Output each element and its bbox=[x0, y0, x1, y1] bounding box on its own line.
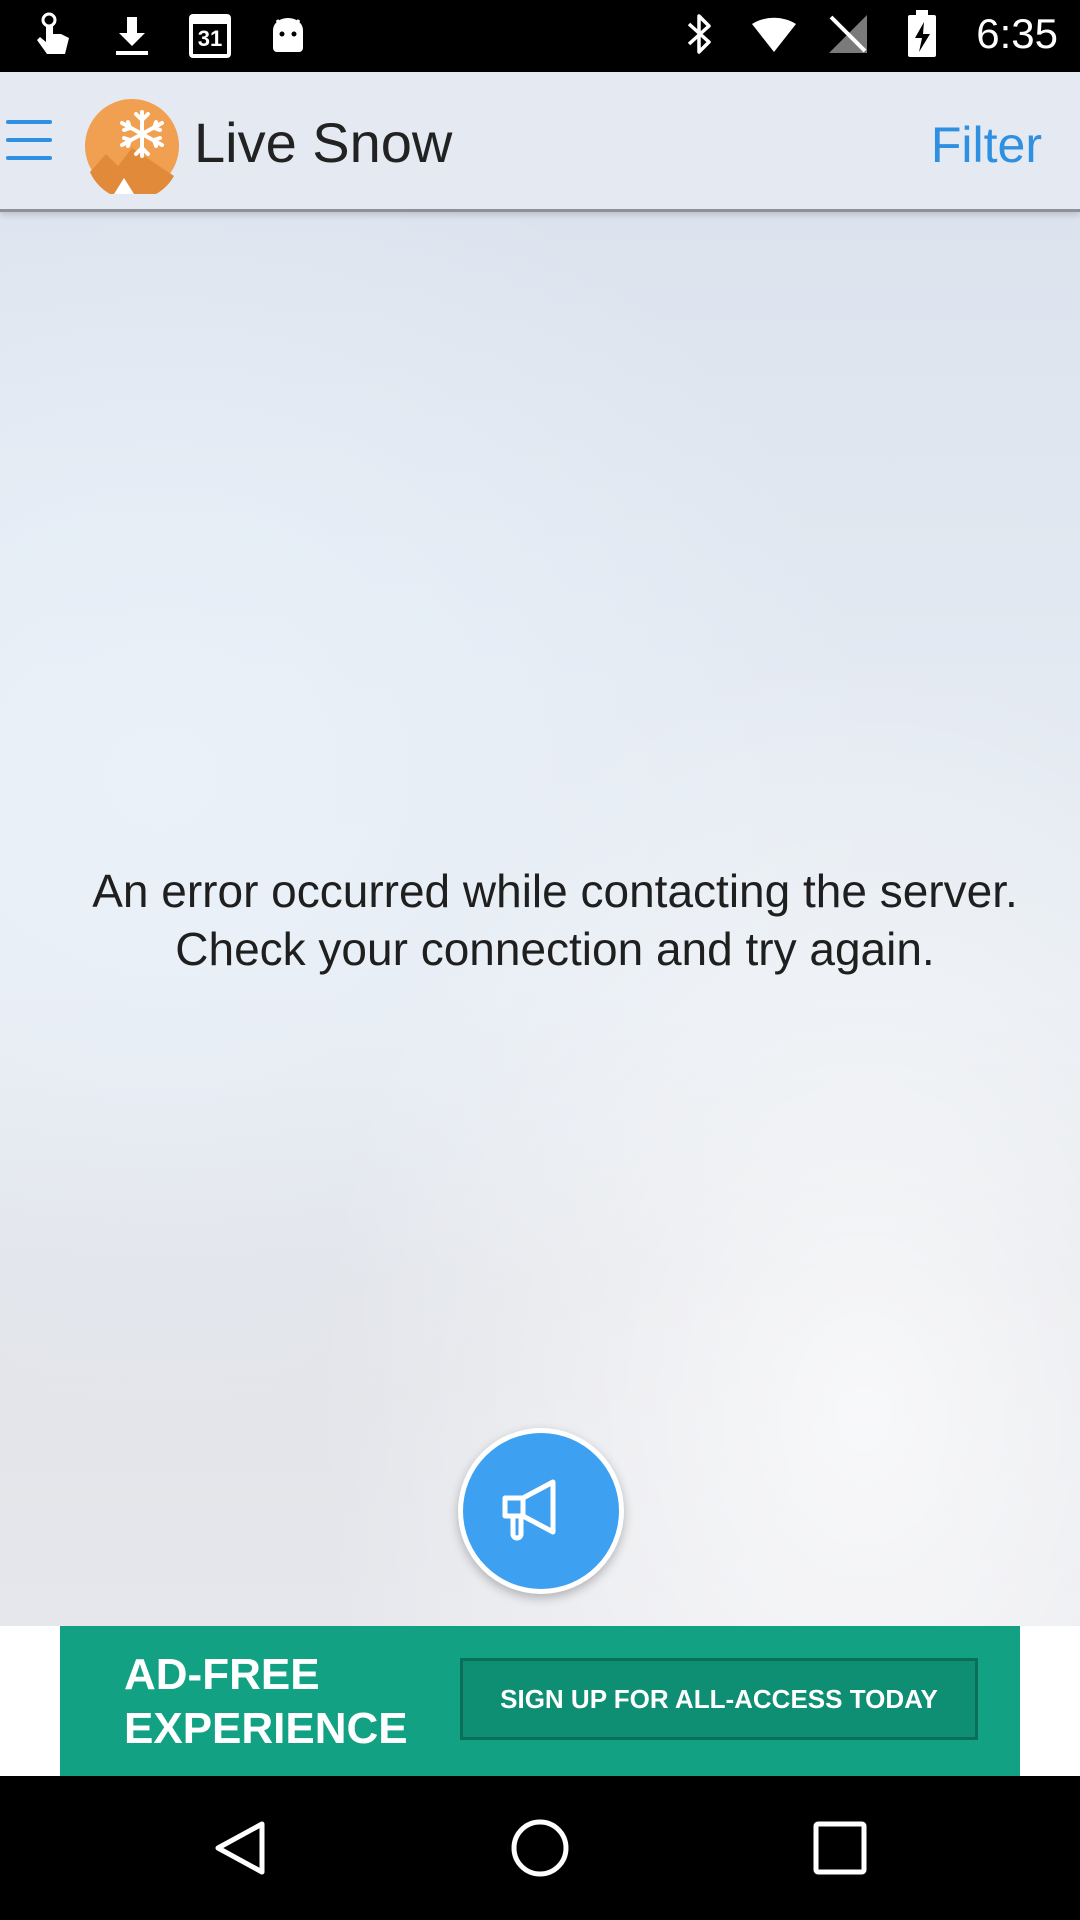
error-message-line1: An error occurred while contacting the s… bbox=[92, 865, 1018, 917]
calendar-icon: 31 bbox=[186, 10, 234, 62]
touch-icon bbox=[30, 10, 78, 62]
battery-charging-icon bbox=[898, 8, 946, 60]
download-icon bbox=[108, 10, 156, 62]
android-icon bbox=[264, 10, 312, 62]
ad-headline: AD-FREE EXPERIENCE bbox=[124, 1648, 408, 1756]
ad-headline-line2: EXPERIENCE bbox=[124, 1704, 408, 1753]
ad-headline-line1: AD-FREE bbox=[124, 1650, 320, 1699]
no-signal-icon bbox=[824, 8, 872, 60]
wifi-icon bbox=[750, 8, 798, 60]
hamburger-menu-icon[interactable] bbox=[6, 118, 54, 166]
error-message-line2: Check your connection and try again. bbox=[175, 923, 935, 975]
snowflake-mountain-logo bbox=[84, 98, 180, 201]
back-icon[interactable] bbox=[204, 1812, 276, 1884]
report-fab-button[interactable] bbox=[458, 1428, 624, 1594]
bluetooth-icon bbox=[676, 8, 724, 60]
ad-banner[interactable]: AD-FREE EXPERIENCE SIGN UP FOR ALL-ACCES… bbox=[60, 1626, 1020, 1776]
app-bar: Live Snow Filter bbox=[0, 72, 1080, 212]
app-title: Live Snow bbox=[194, 111, 453, 174]
filter-button[interactable]: Filter bbox=[931, 116, 1042, 174]
main-content: An error occurred while contacting the s… bbox=[0, 212, 1080, 1626]
error-message: An error occurred while contacting the s… bbox=[40, 862, 1070, 978]
ad-area: AD-FREE EXPERIENCE SIGN UP FOR ALL-ACCES… bbox=[0, 1626, 1080, 1776]
navigation-bar bbox=[0, 1776, 1080, 1920]
status-bar: 31 6:35 bbox=[0, 0, 1080, 72]
home-icon[interactable] bbox=[504, 1812, 576, 1884]
megaphone-icon bbox=[502, 1479, 556, 1541]
status-time: 6:35 bbox=[976, 10, 1058, 57]
recents-icon[interactable] bbox=[804, 1812, 876, 1884]
ad-signup-button[interactable]: SIGN UP FOR ALL-ACCESS TODAY bbox=[460, 1658, 978, 1740]
